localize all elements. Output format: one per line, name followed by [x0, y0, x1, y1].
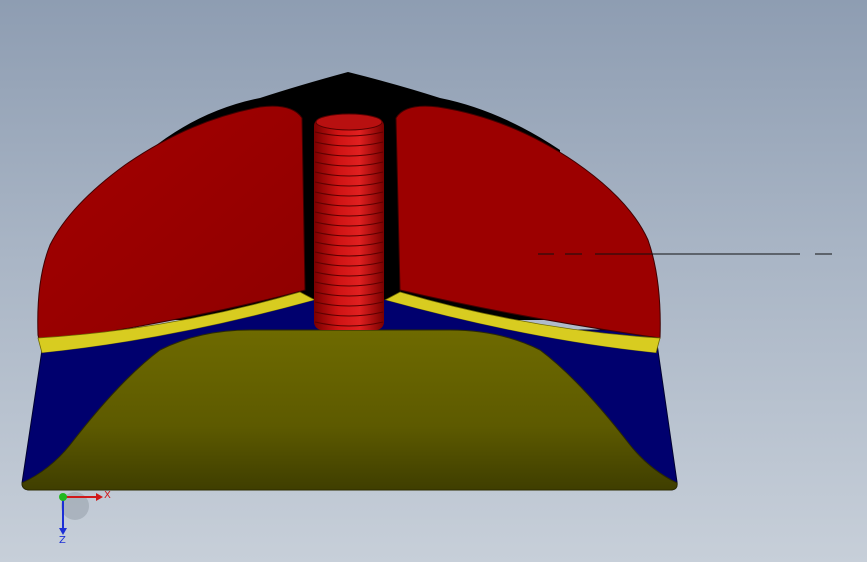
model-view[interactable]: X Z: [0, 0, 867, 562]
origin-point: [59, 493, 67, 501]
x-axis-label: X: [104, 490, 111, 501]
coil-spring[interactable]: [314, 113, 384, 330]
z-axis-arrow-icon: [59, 528, 67, 535]
cad-viewport[interactable]: X Z: [0, 0, 867, 562]
x-axis-arrow-icon: [96, 493, 103, 501]
z-axis-label: Z: [59, 535, 66, 546]
axis-triad[interactable]: X Z: [59, 490, 111, 546]
